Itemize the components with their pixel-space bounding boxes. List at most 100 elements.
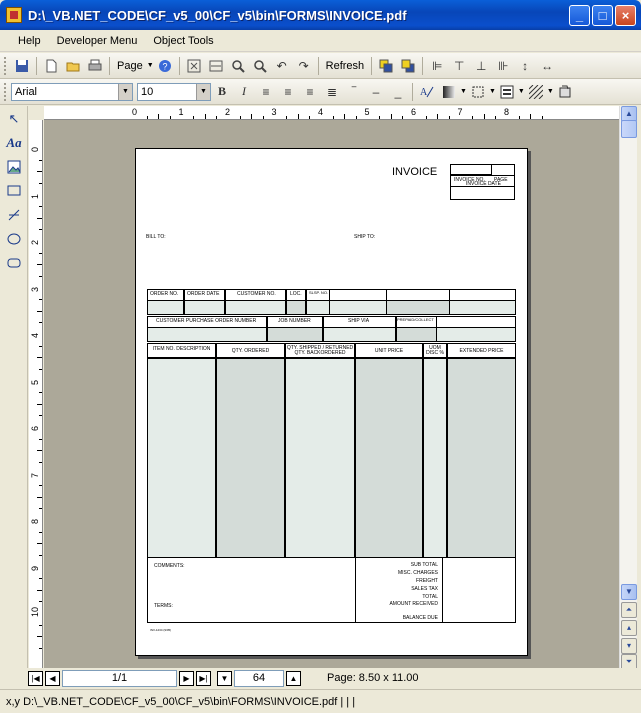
horizontal-ruler[interactable]: 0 1 2 3 4 5 6 7 8: [44, 106, 619, 120]
design-canvas[interactable]: INVOICE INVOICE NO. PAGE INVOICE DATE BI…: [44, 120, 619, 668]
zoom-out-icon[interactable]: [249, 56, 271, 76]
fit-page-icon[interactable]: [183, 56, 205, 76]
border-style-icon[interactable]: [467, 82, 489, 102]
justify-text-icon[interactable]: ≣: [321, 82, 343, 102]
valign-middle-icon[interactable]: –: [365, 82, 387, 102]
line-tool-icon[interactable]: [3, 204, 25, 226]
item-col-body[interactable]: [355, 358, 423, 558]
align-left-icon[interactable]: ⊫: [426, 56, 448, 76]
first-page-icon[interactable]: |◀: [28, 670, 43, 686]
menu-developer[interactable]: Developer Menu: [49, 35, 146, 47]
redo-icon[interactable]: ↷: [293, 56, 315, 76]
print-icon[interactable]: [84, 56, 106, 76]
open-folder-icon[interactable]: [62, 56, 84, 76]
zoom-up-icon[interactable]: ▲: [286, 670, 301, 686]
maximize-button[interactable]: □: [592, 5, 613, 26]
same-width-icon[interactable]: ↔: [536, 56, 558, 76]
chevron-down-icon[interactable]: ▼: [147, 62, 154, 69]
text-tool-icon[interactable]: Aa: [3, 132, 25, 154]
page-position-field[interactable]: 1/1: [62, 669, 177, 687]
scroll-thumb[interactable]: [621, 120, 637, 138]
bold-button[interactable]: B: [211, 82, 233, 102]
align-left-text-icon[interactable]: ≡: [255, 82, 277, 102]
new-document-icon[interactable]: [40, 56, 62, 76]
toolbar-grip[interactable]: [4, 56, 7, 75]
chevron-down-icon[interactable]: ▼: [489, 88, 496, 95]
save-icon[interactable]: [11, 56, 33, 76]
italic-button[interactable]: I: [233, 82, 255, 102]
menu-object-tools[interactable]: Object Tools: [145, 35, 221, 47]
ruler-tick: [495, 116, 497, 119]
font-size-select[interactable]: 10 ▼: [137, 82, 211, 101]
ruler-tick: [37, 403, 42, 405]
item-col-body[interactable]: [285, 358, 355, 558]
zoom-in-icon[interactable]: [227, 56, 249, 76]
separator: [109, 56, 110, 75]
invoice-page[interactable]: INVOICE INVOICE NO. PAGE INVOICE DATE BI…: [135, 148, 528, 656]
item-col-body[interactable]: [447, 358, 516, 558]
prev-page-icon[interactable]: ◀: [45, 670, 60, 686]
ellipse-tool-icon[interactable]: [3, 228, 25, 250]
align-right-text-icon[interactable]: ≡: [299, 82, 321, 102]
align-bottom-icon[interactable]: ⊥: [470, 56, 492, 76]
ruler-tick: [39, 159, 42, 161]
image-tool-icon[interactable]: [3, 156, 25, 178]
ruler-tick: [39, 252, 42, 254]
chevron-down-icon[interactable]: ▼: [460, 88, 467, 95]
zoom-field[interactable]: 64: [234, 669, 284, 687]
cell[interactable]: [386, 289, 450, 315]
hatch-pattern-icon[interactable]: [525, 82, 547, 102]
pointer-icon[interactable]: ↖: [3, 108, 25, 130]
align-right-icon[interactable]: ⊪: [492, 56, 514, 76]
footer-box[interactable]: [147, 557, 516, 623]
rectangle-tool-icon[interactable]: [3, 180, 25, 202]
chevron-down-icon[interactable]: ▼: [518, 88, 525, 95]
chevron-down-icon[interactable]: ▼: [547, 88, 554, 95]
ruler-tick: [39, 601, 42, 603]
align-center-text-icon[interactable]: ≡: [277, 82, 299, 102]
item-col-body[interactable]: [147, 358, 216, 558]
undo-icon[interactable]: ↶: [271, 56, 293, 76]
line-width-icon[interactable]: [496, 82, 518, 102]
page-size-label: Page: 8.50 x 11.00: [327, 672, 419, 684]
vertical-ruler[interactable]: 0 1 2 3 4 5 6 7 8 9 10: [29, 120, 43, 668]
item-col-body[interactable]: [423, 358, 447, 558]
align-top-icon[interactable]: ⊤: [448, 56, 470, 76]
valign-top-icon[interactable]: ‾: [343, 82, 365, 102]
ruler-tick: [379, 116, 381, 119]
font-size-value: 10: [141, 85, 154, 98]
refresh-button[interactable]: Refresh: [322, 60, 369, 72]
last-page-icon[interactable]: ▶|: [196, 670, 211, 686]
font-name-select[interactable]: Arial ▼: [11, 82, 133, 101]
send-back-icon[interactable]: [397, 56, 419, 76]
minimize-button[interactable]: _: [569, 5, 590, 26]
help-icon[interactable]: ?: [154, 56, 176, 76]
fill-gradient-icon[interactable]: [438, 82, 460, 102]
misc-charges-label: MISC. CHARGES: [397, 570, 438, 576]
vertical-scrollbar[interactable]: ▲ ▼ ⏶ ▴ ▾ ⏷: [619, 106, 637, 670]
toolbar-grip[interactable]: [4, 82, 7, 101]
chevron-down-icon[interactable]: ▼: [196, 83, 210, 100]
page-first-icon[interactable]: ⏶: [621, 602, 637, 618]
ruler-tick: [37, 496, 42, 498]
valign-bottom-icon[interactable]: _: [387, 82, 409, 102]
text-color-icon[interactable]: A: [416, 82, 438, 102]
scroll-down-icon[interactable]: ▼: [621, 584, 637, 600]
close-button[interactable]: ×: [615, 5, 636, 26]
rounded-rect-tool-icon[interactable]: [3, 252, 25, 274]
invoice-no-cell[interactable]: [450, 164, 492, 175]
same-height-icon[interactable]: ↕: [514, 56, 536, 76]
page-prev-icon[interactable]: ▴: [621, 620, 637, 636]
menu-help[interactable]: Help: [10, 35, 49, 47]
item-col-body[interactable]: [216, 358, 285, 558]
properties-icon[interactable]: [554, 82, 576, 102]
page-next-icon[interactable]: ▾: [621, 638, 637, 654]
bring-front-icon[interactable]: [375, 56, 397, 76]
zoom-down-icon[interactable]: ▼: [217, 670, 232, 686]
fit-width-icon[interactable]: [205, 56, 227, 76]
terms-label: TERMS:: [154, 603, 173, 609]
invoice-title[interactable]: INVOICE: [392, 166, 437, 178]
next-page-icon[interactable]: ▶: [179, 670, 194, 686]
page-dropdown[interactable]: Page: [113, 60, 147, 72]
chevron-down-icon[interactable]: ▼: [118, 83, 132, 100]
